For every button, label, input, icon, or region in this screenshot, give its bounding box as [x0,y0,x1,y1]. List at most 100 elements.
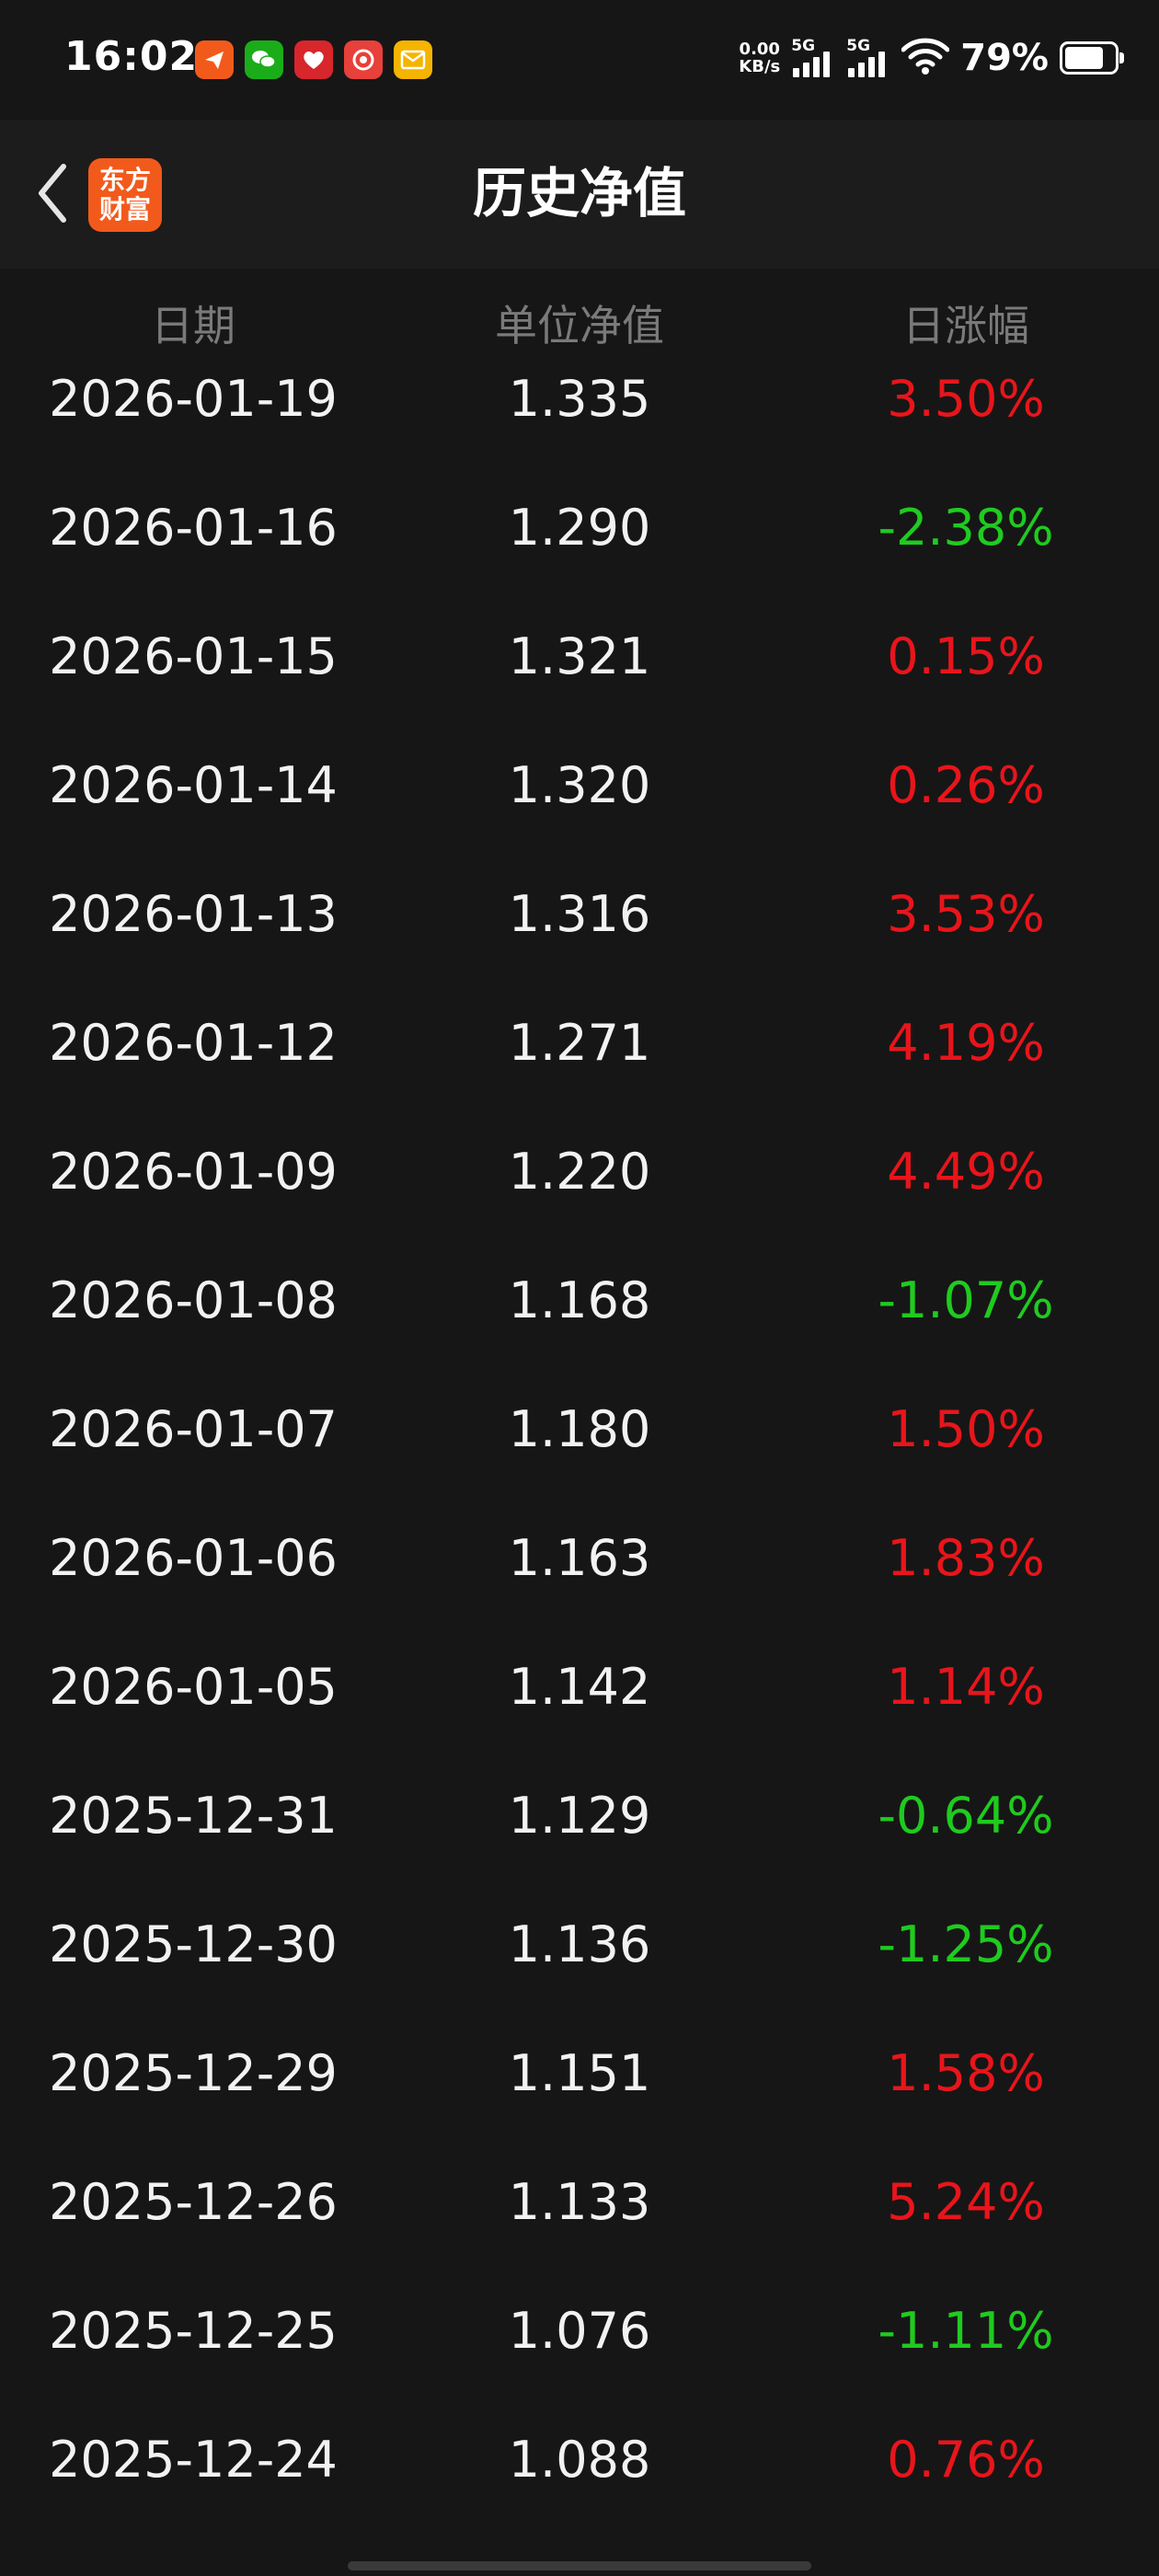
cell-change: 3.50% [887,370,1045,428]
table-row[interactable]: 2026-01-16 1.290 -2.38% [0,500,1159,629]
table-row[interactable]: 2026-01-05 1.142 1.14% [0,1660,1159,1788]
cell-nav: 1.321 [508,627,651,685]
network-speed: 0.00 KB/s [739,40,780,75]
table-row[interactable]: 2025-12-25 1.076 -1.11% [0,2304,1159,2432]
page-title: 历史净值 [472,162,686,224]
cell-nav: 1.320 [508,756,651,814]
status-time: 16:02 [64,33,199,80]
wechat-app-icon [245,40,283,79]
cell-date: 2025-12-24 [49,2431,338,2489]
app-logo-line2: 财富 [98,194,151,224]
app-logo[interactable]: 东方 财富 [88,158,162,232]
app-logo-line1: 东方 [98,165,151,195]
system-icons: 0.00 KB/s 5G 5G 79% [739,37,1124,79]
signal-2-icon: 5G [846,37,890,79]
cell-date: 2025-12-25 [49,2302,338,2360]
column-header-date: 日期 [151,301,235,351]
cell-date: 2026-01-12 [49,1014,338,1072]
cell-nav: 1.129 [508,1787,651,1845]
cell-change: 1.58% [887,2044,1045,2102]
cell-date: 2026-01-05 [49,1658,338,1716]
table-row[interactable]: 2026-01-19 1.335 3.50% [0,372,1159,500]
cell-date: 2025-12-29 [49,2044,338,2102]
cell-nav: 1.168 [508,1271,651,1329]
table-row[interactable]: 2025-12-31 1.129 -0.64% [0,1788,1159,1917]
cell-change: -1.11% [878,2302,1054,2360]
battery-percent: 79% [960,37,1049,79]
table-row[interactable]: 2025-12-29 1.151 1.58% [0,2046,1159,2175]
table-header-row: 日期 单位净值 日涨幅 [0,269,1159,372]
cell-date: 2026-01-07 [49,1400,338,1458]
battery-fill [1065,47,1104,69]
table-row[interactable]: 2026-01-14 1.320 0.26% [0,758,1159,887]
cell-date: 2026-01-16 [49,499,338,557]
network-speed-value: 0.00 [739,40,780,59]
table-row[interactable]: 2026-01-15 1.321 0.15% [0,629,1159,758]
status-bar: 16:02 0.00 KB/s 5G 5G 79% [0,0,1159,120]
table-row[interactable]: 2026-01-07 1.180 1.50% [0,1402,1159,1531]
cell-change: 1.83% [887,1529,1045,1587]
cell-nav: 1.335 [508,370,651,428]
nav-history-table: 日期 单位净值 日涨幅 2026-01-19 1.335 3.50% 2026-01-… [0,269,1159,2561]
cell-nav: 1.151 [508,2044,651,2102]
heart-app-icon [294,40,333,79]
cell-nav: 1.271 [508,1014,651,1072]
cell-date: 2025-12-26 [49,2173,338,2231]
table-row[interactable]: 2025-12-26 1.133 5.24% [0,2175,1159,2304]
paper-plane-app-icon [195,40,234,79]
cell-change: 4.19% [887,1014,1045,1072]
table-row[interactable]: 2026-01-06 1.163 1.83% [0,1531,1159,1660]
table-body: 2026-01-19 1.335 3.50% 2026-01-16 1.290 -2.38… [0,372,1159,2561]
cell-date: 2026-01-08 [49,1271,338,1329]
cell-date: 2025-12-30 [49,1915,338,1973]
cell-change: 4.49% [887,1143,1045,1201]
cell-date: 2026-01-19 [49,370,338,428]
cell-change: 0.26% [887,756,1045,814]
column-header-change: 日涨幅 [902,301,1029,351]
mail-app-icon [394,40,432,79]
cell-nav: 1.290 [508,499,651,557]
cell-nav: 1.220 [508,1143,651,1201]
table-row[interactable]: 2026-01-12 1.271 4.19% [0,1016,1159,1144]
cell-nav: 1.136 [508,1915,651,1973]
column-header-nav: 单位净值 [495,301,664,351]
cell-change: -1.25% [878,1915,1054,1973]
red-circle-app-icon [344,40,383,79]
table-row[interactable]: 2025-12-24 1.088 0.76% [0,2432,1159,2561]
cell-change: 3.53% [887,885,1045,943]
cell-date: 2026-01-15 [49,627,338,685]
cell-change: 1.50% [887,1400,1045,1458]
notification-icons [195,40,432,79]
cell-nav: 1.142 [508,1658,651,1716]
cell-date: 2026-01-14 [49,756,338,814]
cell-change: -0.64% [878,1787,1054,1845]
table-row[interactable]: 2026-01-09 1.220 4.49% [0,1144,1159,1273]
cell-change: 5.24% [887,2173,1045,2231]
cell-date: 2025-12-31 [49,1787,338,1845]
cell-change: 0.15% [887,627,1045,685]
cell-date: 2026-01-13 [49,885,338,943]
table-row[interactable]: 2025-12-30 1.136 -1.25% [0,1917,1159,2046]
header-bar: 历史净值 东方 财富 [0,120,1159,269]
signal-1-icon: 5G [791,37,835,79]
cell-change: -1.07% [878,1271,1054,1329]
cell-nav: 1.088 [508,2431,651,2489]
cell-change: 0.76% [887,2431,1045,2489]
wifi-icon [901,37,950,79]
battery-icon [1060,41,1124,75]
home-indicator[interactable] [348,2561,811,2570]
table-row[interactable]: 2026-01-13 1.316 3.53% [0,887,1159,1016]
cell-change: 1.14% [887,1658,1045,1716]
cell-nav: 1.180 [508,1400,651,1458]
back-button[interactable] [20,156,85,230]
cell-date: 2026-01-09 [49,1143,338,1201]
cell-change: -2.38% [878,499,1054,557]
cell-nav: 1.163 [508,1529,651,1587]
cell-nav: 1.076 [508,2302,651,2360]
table-row[interactable]: 2026-01-08 1.168 -1.07% [0,1273,1159,1402]
cell-nav: 1.133 [508,2173,651,2231]
chevron-left-icon [39,164,66,223]
cell-nav: 1.316 [508,885,651,943]
cell-date: 2026-01-06 [49,1529,338,1587]
network-speed-unit: KB/s [739,57,781,76]
